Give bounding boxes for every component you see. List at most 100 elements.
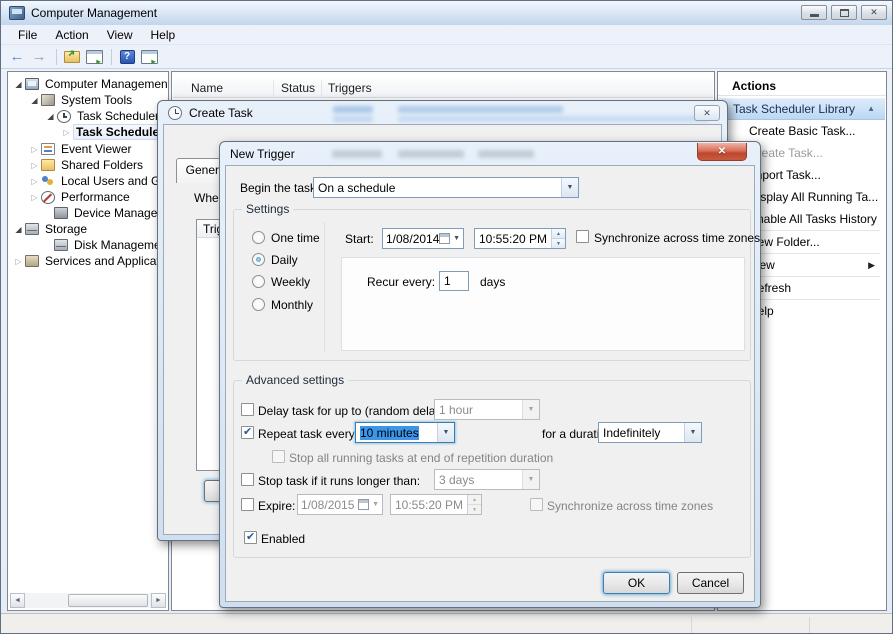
- column-triggers[interactable]: Triggers: [328, 81, 372, 95]
- tree-item-label: Storage: [43, 222, 89, 236]
- tree-item-computer-management[interactable]: ◢ Computer Management (Local: [10, 76, 169, 92]
- tree-item-performance[interactable]: ▷ Performance: [10, 189, 132, 205]
- menu-file[interactable]: File: [9, 26, 46, 44]
- column-separator[interactable]: [321, 80, 322, 96]
- tree-item-task-scheduler[interactable]: ◢ Task Scheduler: [10, 108, 161, 124]
- spin-down-icon[interactable]: ▼: [552, 238, 565, 248]
- scroll-right-icon[interactable]: ►: [151, 593, 166, 608]
- expanded-icon[interactable]: ◢: [12, 80, 25, 89]
- chevron-down-icon[interactable]: ▼: [437, 423, 454, 442]
- column-status[interactable]: Status: [281, 81, 315, 95]
- new-trigger-body: Begin the task: On a schedule ▼ Settings…: [225, 165, 755, 602]
- enabled-checkbox[interactable]: [244, 531, 257, 544]
- radio-weekly[interactable]: [252, 275, 265, 288]
- help-icon[interactable]: ?: [117, 48, 137, 66]
- recur-input[interactable]: [439, 271, 469, 291]
- tree-horizontal-scrollbar[interactable]: ◄ ►: [10, 593, 166, 608]
- chevron-down-icon[interactable]: ▼: [684, 423, 701, 442]
- sync-timezones-checkbox[interactable]: [576, 230, 589, 243]
- spin-up-icon[interactable]: ▲: [552, 229, 565, 238]
- app-icon: [9, 6, 25, 20]
- enabled-label[interactable]: Enabled: [261, 532, 305, 546]
- repeat-task-label[interactable]: Repeat task every:: [258, 427, 358, 441]
- radio-monthly-label[interactable]: Monthly: [271, 298, 313, 312]
- repeat-interval-combobox[interactable]: 10 minutes ▼: [355, 422, 455, 443]
- chevron-down-icon[interactable]: ▼: [453, 235, 460, 242]
- radio-daily-label[interactable]: Daily: [271, 253, 298, 267]
- column-separator[interactable]: [273, 80, 274, 96]
- collapsed-icon[interactable]: ▷: [28, 177, 41, 186]
- action-create-basic-task[interactable]: Create Basic Task...: [719, 120, 885, 142]
- maximize-button[interactable]: [831, 5, 857, 20]
- radio-weekly-label[interactable]: Weekly: [271, 275, 310, 289]
- action-label: Display All Running Ta...: [749, 190, 878, 204]
- expire-date-picker: 1/08/2015 ▼: [297, 494, 383, 515]
- collapsed-icon[interactable]: ▷: [12, 257, 25, 266]
- expanded-icon[interactable]: ◢: [12, 225, 25, 234]
- expanded-icon[interactable]: ◢: [28, 96, 41, 105]
- chevron-down-icon[interactable]: ▼: [561, 178, 578, 197]
- actions-group-label: Task Scheduler Library: [733, 102, 855, 116]
- close-button[interactable]: ✕: [861, 5, 887, 20]
- stop-task-checkbox[interactable]: [241, 473, 254, 486]
- collapse-chevron-icon[interactable]: ▲: [867, 104, 875, 113]
- radio-one-time[interactable]: [252, 231, 265, 244]
- menu-view[interactable]: View: [98, 26, 142, 44]
- duration-combobox[interactable]: Indefinitely ▼: [598, 422, 702, 443]
- expire-label[interactable]: Expire:: [258, 499, 295, 513]
- create-task-close-button[interactable]: ✕: [694, 105, 720, 121]
- title-bar[interactable]: Computer Management ✕: [1, 1, 893, 25]
- tree-item-local-users[interactable]: ▷ Local Users and Groups: [10, 173, 169, 189]
- expire-checkbox[interactable]: [241, 498, 254, 511]
- tree-item-device-manager[interactable]: Device Manager: [10, 205, 163, 221]
- stop-task-label[interactable]: Stop task if it runs longer than:: [258, 474, 420, 488]
- radio-monthly[interactable]: [252, 298, 265, 311]
- actions-group-task-scheduler-library[interactable]: Task Scheduler Library ▲: [719, 98, 885, 120]
- ok-button[interactable]: OK: [603, 572, 670, 594]
- tree-item-event-viewer[interactable]: ▷ Event Viewer: [10, 141, 133, 157]
- expanded-icon[interactable]: ◢: [44, 112, 57, 121]
- export-list-icon[interactable]: [62, 48, 82, 66]
- tree-item-task-scheduler-library[interactable]: ▷ Task Scheduler Library: [10, 124, 169, 140]
- collapsed-icon[interactable]: ▷: [28, 145, 41, 154]
- window-title: Computer Management: [31, 6, 157, 20]
- tree-item-shared-folders[interactable]: ▷ Shared Folders: [10, 157, 145, 173]
- delay-task-label[interactable]: Delay task for up to (random delay):: [258, 404, 449, 418]
- cancel-button[interactable]: Cancel: [677, 572, 744, 594]
- radio-daily[interactable]: [252, 253, 265, 266]
- radio-one-time-label[interactable]: One time: [271, 231, 320, 245]
- tree-item-label: Device Manager: [72, 206, 163, 220]
- menu-help[interactable]: Help: [142, 26, 185, 44]
- collapsed-icon[interactable]: ▷: [60, 128, 73, 137]
- start-date-picker[interactable]: 1/08/2014 ▼: [382, 228, 464, 249]
- blur-artifact: [333, 106, 373, 113]
- minimize-icon: [810, 14, 819, 17]
- menu-action[interactable]: Action: [46, 26, 97, 44]
- sync-timezones-label[interactable]: Synchronize across time zones: [594, 231, 760, 245]
- collapsed-icon[interactable]: ▷: [28, 161, 41, 170]
- forward-icon[interactable]: →: [29, 48, 49, 66]
- new-trigger-dialog: New Trigger ✕ Begin the task: On a sched…: [219, 141, 761, 608]
- start-time-spinner[interactable]: 10:55:20 PM ▲ ▼: [474, 228, 566, 249]
- console-window-icon[interactable]: [139, 48, 159, 66]
- tree-item-system-tools[interactable]: ◢ System Tools: [10, 92, 134, 108]
- show-window-icon[interactable]: [84, 48, 104, 66]
- delay-task-checkbox[interactable]: [241, 403, 254, 416]
- create-task-title-bar[interactable]: Create Task ✕: [158, 101, 727, 124]
- minimize-button[interactable]: [801, 5, 827, 20]
- new-trigger-close-button[interactable]: ✕: [697, 143, 747, 161]
- collapsed-icon[interactable]: ▷: [28, 193, 41, 202]
- tree-item-services[interactable]: ▷ Services and Applications: [10, 253, 169, 269]
- tree-item-storage[interactable]: ◢ Storage: [10, 221, 89, 237]
- scroll-left-icon[interactable]: ◄: [10, 593, 25, 608]
- column-name[interactable]: Name: [191, 81, 223, 95]
- repeat-task-checkbox[interactable]: [241, 426, 254, 439]
- scrollbar-thumb[interactable]: [68, 594, 148, 607]
- new-trigger-title-bar[interactable]: New Trigger: [220, 142, 760, 165]
- tree-item-disk-management[interactable]: Disk Management: [10, 237, 169, 253]
- begin-task-combobox[interactable]: On a schedule ▼: [313, 177, 579, 198]
- back-icon[interactable]: ←: [7, 48, 27, 66]
- toolbar-separator: [56, 49, 57, 65]
- computer-management-window: Computer Management ✕ File Action View H…: [0, 0, 893, 634]
- shared-folders-icon: [41, 159, 55, 171]
